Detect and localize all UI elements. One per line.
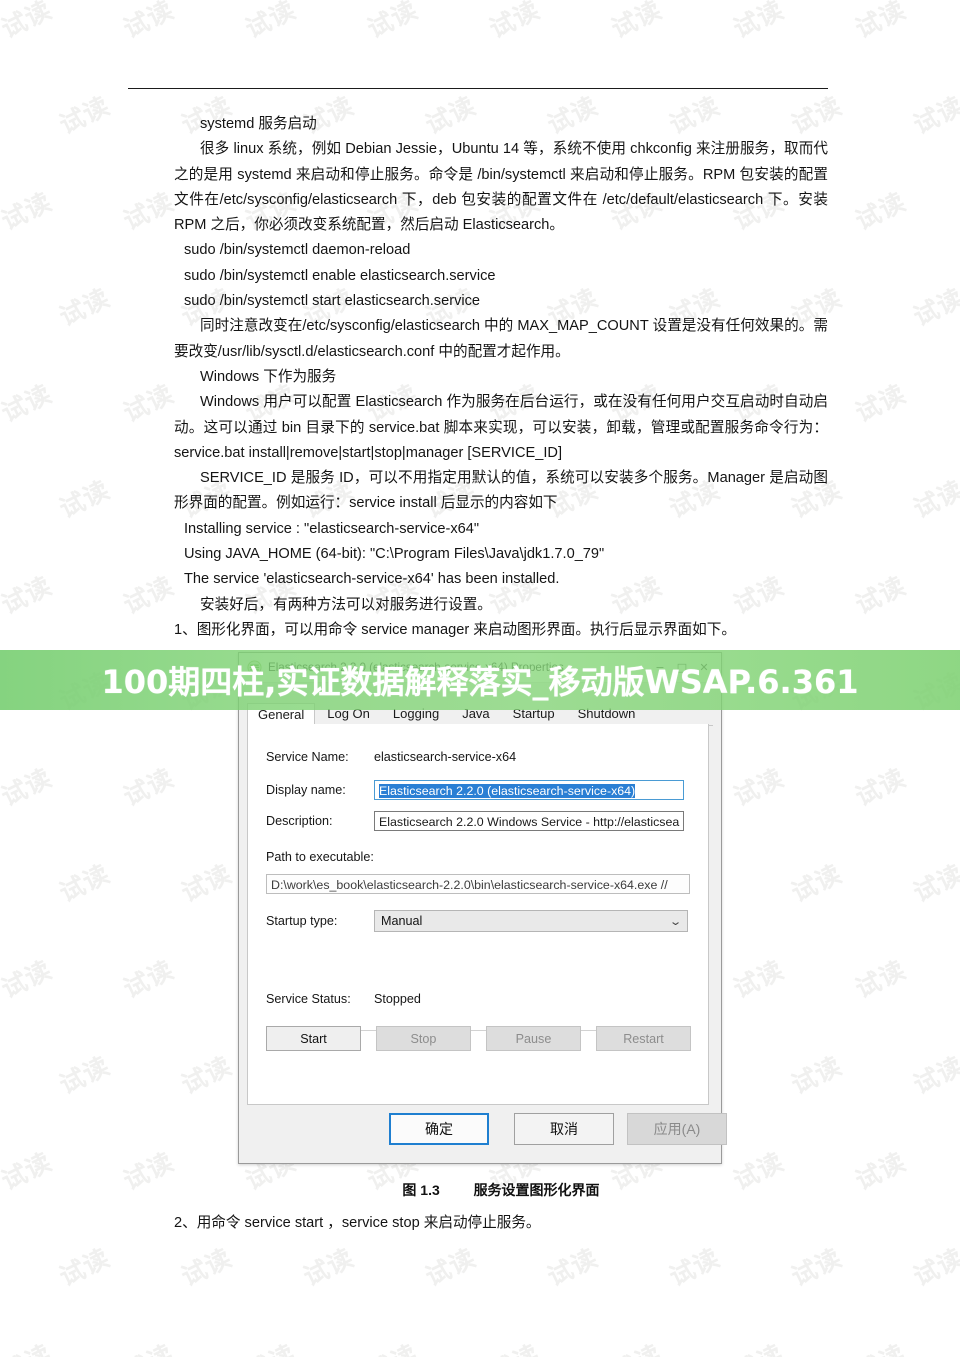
paragraph-p12: The service 'elasticsearch-service-x64' … xyxy=(184,571,560,588)
cancel-button[interactable]: 取消 xyxy=(514,1113,614,1145)
startup-type-select[interactable]: Manual ⌄ xyxy=(374,910,688,932)
closing-line: 2、用命令 service start ，service stop 来启动停止服… xyxy=(174,1215,541,1231)
restart-service-button: Restart xyxy=(596,1026,691,1051)
description-row: Description: Elasticsearch 2.2.0 Windows… xyxy=(266,811,684,831)
header-rule xyxy=(128,88,828,89)
promo-banner-text: 100期四柱,实证数据解释落实_移动版WSAP.6.361 xyxy=(101,663,859,701)
path-value-row: D:\work\es_book\elasticsearch-2.2.0\bin\… xyxy=(266,874,690,894)
apply-button: 应用(A) xyxy=(627,1113,727,1145)
body-text: systemd 服务启动很多 linux 系统，例如 Debian Jessie… xyxy=(174,112,828,643)
paragraph-p11: Using JAVA_HOME (64-bit): "C:\Program Fi… xyxy=(184,546,605,563)
paragraph-p3: sudo /bin/systemctl daemon-reload xyxy=(184,242,411,259)
paragraph-p1: systemd 服务启动 xyxy=(200,116,317,132)
description-label: Description: xyxy=(266,814,333,828)
path-to-executable-input[interactable]: D:\work\es_book\elasticsearch-2.2.0\bin\… xyxy=(266,874,690,894)
path-to-executable-label: Path to executable: xyxy=(266,850,374,864)
paragraph-p6: 同时注意改变在/etc/sysconfig/elasticsearch 中的 M… xyxy=(174,318,828,360)
path-label-row: Path to executable: xyxy=(266,850,374,864)
ok-button[interactable]: 确定 xyxy=(389,1113,489,1145)
service-properties-dialog: Elasticsearch 2.2.0 (elasticsearch-servi… xyxy=(238,652,727,1164)
service-name-value: elasticsearch-service-x64 xyxy=(374,750,517,764)
service-status-label: Service Status: xyxy=(266,992,351,1006)
display-name-input[interactable]: Elasticsearch 2.2.0 (elasticsearch-servi… xyxy=(374,780,684,800)
paragraph-p9: SERVICE_ID 是服务 ID，可以不用指定用默认的值，系统可以安装多个服务… xyxy=(174,470,828,512)
description-input[interactable]: Elasticsearch 2.2.0 Windows Service - ht… xyxy=(374,811,684,831)
display-name-input-value: Elasticsearch 2.2.0 (elasticsearch-servi… xyxy=(379,784,636,798)
service-status-row: Service Status: Stopped xyxy=(266,992,421,1006)
display-name-label: Display name: xyxy=(266,783,346,797)
startup-type-row: Startup type: Manual ⌄ xyxy=(266,910,688,932)
paragraph-p10: Installing service : "elasticsearch-serv… xyxy=(184,520,480,537)
display-name-row: Display name: Elasticsearch 2.2.0 (elast… xyxy=(266,780,684,800)
figure-caption-title: 服务设置图形化界面 xyxy=(473,1182,600,1198)
start-service-button[interactable]: Start xyxy=(266,1026,361,1051)
promo-banner: 100期四柱,实证数据解释落实_移动版WSAP.6.361 xyxy=(0,650,960,710)
paragraph-p4: sudo /bin/systemctl enable elasticsearch… xyxy=(184,267,496,284)
service-name-row: Service Name: elasticsearch-service-x64 xyxy=(266,750,516,764)
tab-panel-general: Service Name: elasticsearch-service-x64 … xyxy=(247,724,709,1105)
service-status-value: Stopped xyxy=(374,992,421,1006)
figure-caption: 图 1.3 服务设置图形化界面 xyxy=(174,1180,828,1200)
paragraph-p13: 安装好后，有两种方法可以对服务进行设置。 xyxy=(200,596,492,613)
chevron-down-icon: ⌄ xyxy=(668,914,683,928)
paragraph-p14: 1、图形化界面，可以用命令 service manager 来启动图形界面。执行… xyxy=(174,621,736,638)
startup-type-value: Manual xyxy=(381,914,423,928)
service-name-label: Service Name: xyxy=(266,750,349,764)
paragraph-p7: Windows 下作为服务 xyxy=(200,368,337,385)
stop-service-button: Stop xyxy=(376,1026,471,1051)
startup-type-label: Startup type: xyxy=(266,914,338,928)
figure-caption-label: 图 1.3 xyxy=(402,1182,440,1198)
paragraph-p2: 很多 linux 系统，例如 Debian Jessie，Ubuntu 14 等… xyxy=(174,141,828,234)
paragraph-p5: sudo /bin/systemctl start elasticsearch.… xyxy=(184,293,481,310)
pause-service-button: Pause xyxy=(486,1026,581,1051)
paragraph-p8: Windows 用户可以配置 Elasticsearch 作为服务在后台运行，或… xyxy=(174,394,828,461)
